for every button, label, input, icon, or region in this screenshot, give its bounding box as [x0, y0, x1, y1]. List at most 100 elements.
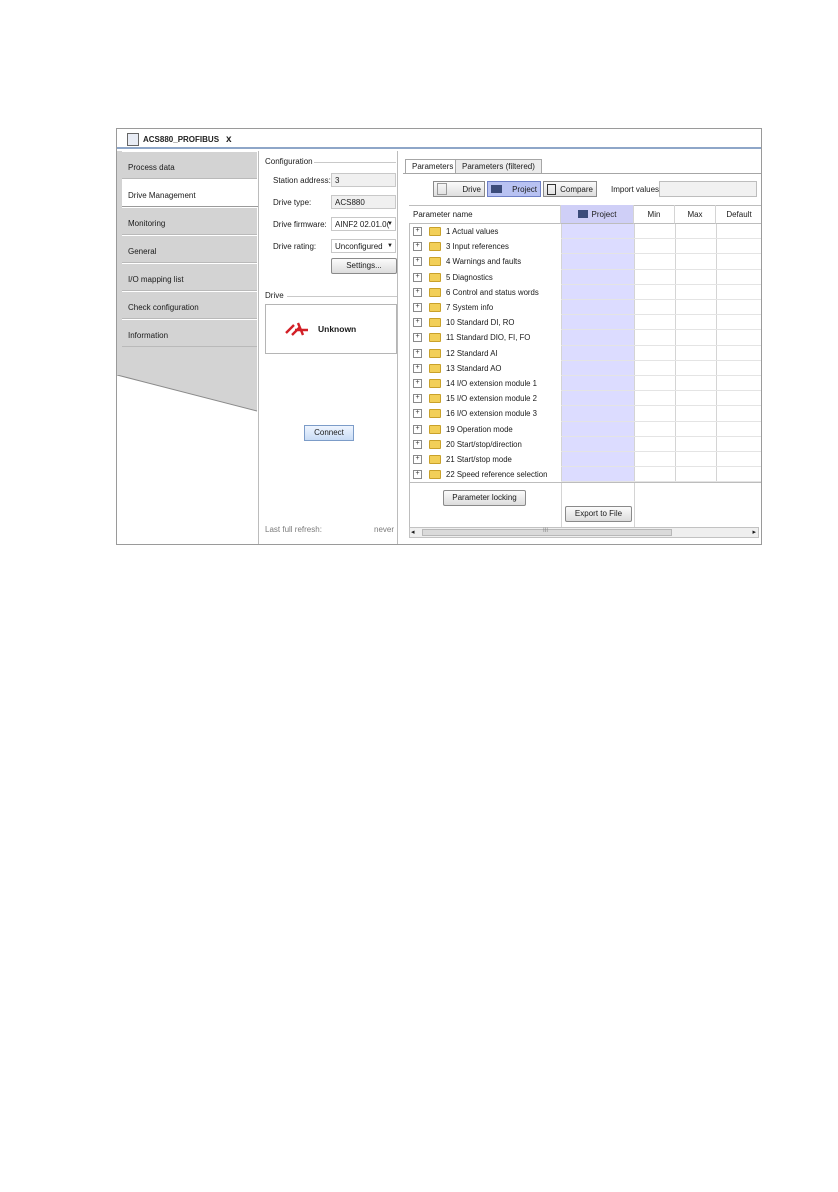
- scroll-right-icon[interactable]: ▸: [752, 528, 756, 536]
- tab-parameters[interactable]: Parameters: [405, 159, 461, 174]
- nav-item-general[interactable]: General: [122, 235, 257, 263]
- parameter-name-cell: +22 Speed reference selection: [413, 470, 547, 480]
- col-header-default[interactable]: Default: [716, 205, 761, 224]
- drive-rating-select[interactable]: Unconfigured ▼: [331, 239, 396, 253]
- col-header-parameter-name[interactable]: Parameter name: [409, 205, 561, 224]
- table-row[interactable]: +13 Standard AO: [409, 361, 761, 376]
- nav-item-label: Drive Management: [128, 191, 196, 200]
- expand-icon[interactable]: +: [413, 363, 422, 373]
- table-row[interactable]: +12 Standard AI: [409, 346, 761, 361]
- parameter-group-label: 13 Standard AO: [446, 363, 502, 373]
- parameter-group-label: 6 Control and status words: [446, 287, 539, 297]
- table-row[interactable]: +4 Warnings and faults: [409, 254, 761, 270]
- parameter-name-cell: +21 Start/stop mode: [413, 455, 512, 464]
- drive-firmware-select[interactable]: AINF2 02.01.0( ▼: [331, 217, 396, 231]
- expand-icon[interactable]: +: [413, 333, 422, 343]
- nav-item-check-configuration[interactable]: Check configuration: [122, 291, 257, 319]
- nav-item-monitoring[interactable]: Monitoring: [122, 207, 257, 235]
- nav-item-information[interactable]: Information: [122, 319, 257, 347]
- expand-icon[interactable]: +: [413, 272, 422, 282]
- document-tab[interactable]: ACS880_PROFIBUS x: [127, 131, 232, 147]
- col-header-project[interactable]: Project: [561, 205, 634, 224]
- station-address-label: Station address:: [273, 176, 331, 185]
- scroll-left-icon[interactable]: ◂: [411, 528, 415, 536]
- expand-icon[interactable]: +: [413, 439, 422, 449]
- expand-icon[interactable]: +: [413, 409, 422, 419]
- folder-icon: [429, 439, 441, 449]
- project-values-button[interactable]: Project: [487, 181, 541, 197]
- horizontal-scrollbar[interactable]: ◂ III ▸: [409, 527, 759, 538]
- parameter-name-cell: +14 I/O extension module 1: [413, 379, 537, 388]
- expand-icon[interactable]: +: [413, 394, 422, 404]
- expand-icon[interactable]: +: [413, 424, 422, 434]
- drive-values-button[interactable]: Drive: [433, 181, 485, 197]
- parameters-panel: Parameters Parameters (filtered) Drive P…: [403, 151, 761, 544]
- parameter-name-cell: +3 Input references: [413, 242, 509, 252]
- folder-icon: [429, 470, 441, 480]
- table-row[interactable]: +14 I/O extension module 1: [409, 376, 761, 392]
- table-row[interactable]: +16 I/O extension module 3: [409, 406, 761, 422]
- drive-rating-label: Drive rating:: [273, 242, 317, 251]
- table-row[interactable]: +7 System info: [409, 300, 761, 316]
- expand-icon[interactable]: +: [413, 242, 422, 252]
- table-row[interactable]: +15 I/O extension module 2: [409, 391, 761, 407]
- expand-icon[interactable]: +: [413, 455, 422, 464]
- expand-icon[interactable]: +: [413, 348, 422, 358]
- table-row[interactable]: +22 Speed reference selection: [409, 467, 761, 483]
- parameter-group-label: 5 Diagnostics: [446, 272, 493, 282]
- table-row[interactable]: +6 Control and status words: [409, 285, 761, 300]
- computer-icon: [491, 185, 502, 193]
- nav-item-drive-management[interactable]: Drive Management: [122, 179, 258, 207]
- parameter-locking-button[interactable]: Parameter locking: [443, 490, 526, 506]
- expand-icon[interactable]: +: [413, 303, 422, 312]
- parameter-name-cell: +4 Warnings and faults: [413, 257, 521, 267]
- col-header-min[interactable]: Min: [634, 205, 675, 224]
- table-row[interactable]: +20 Start/stop/direction: [409, 437, 761, 452]
- table-row[interactable]: +19 Operation mode: [409, 422, 761, 437]
- expand-icon[interactable]: +: [413, 287, 422, 297]
- col-header-label: Max: [687, 209, 703, 219]
- scrollbar-thumb[interactable]: III: [422, 528, 672, 536]
- parameter-name-cell: +15 I/O extension module 2: [413, 394, 537, 404]
- table-row[interactable]: +10 Standard DI, RO: [409, 315, 761, 331]
- folder-icon: [429, 257, 441, 267]
- nav-item-process-data[interactable]: Process data: [122, 151, 257, 179]
- folder-icon: [429, 242, 441, 252]
- parameter-name-cell: +12 Standard AI: [413, 348, 498, 358]
- close-tab-icon[interactable]: x: [226, 134, 232, 145]
- parameter-group-label: 21 Start/stop mode: [446, 455, 512, 464]
- configuration-group-title: Configuration: [265, 157, 313, 166]
- connect-button[interactable]: Connect: [304, 425, 354, 441]
- expand-icon[interactable]: +: [413, 257, 422, 267]
- import-values-select[interactable]: [659, 181, 757, 197]
- station-address-field[interactable]: 3: [331, 173, 396, 187]
- settings-button[interactable]: Settings...: [331, 258, 397, 274]
- col-header-label: Default: [726, 209, 752, 219]
- drive-type-field[interactable]: ACS880: [331, 195, 396, 209]
- drive-rating-value: Unconfigured: [335, 242, 383, 251]
- table-row[interactable]: +1 Actual values: [409, 224, 761, 240]
- parameter-group-label: 10 Standard DI, RO: [446, 318, 515, 328]
- export-to-file-button[interactable]: Export to File: [565, 506, 632, 522]
- parameter-name-cell: +1 Actual values: [413, 227, 498, 236]
- folder-icon: [429, 318, 441, 328]
- table-row[interactable]: +21 Start/stop mode: [409, 452, 761, 468]
- table-row[interactable]: +11 Standard DIO, FI, FO: [409, 330, 761, 346]
- drive-icon: [437, 183, 447, 195]
- parameter-group-label: 7 System info: [446, 303, 494, 312]
- last-refresh-value: never: [374, 525, 395, 534]
- table-row[interactable]: +3 Input references: [409, 239, 761, 255]
- compare-button[interactable]: Compare: [543, 181, 597, 197]
- col-header-max[interactable]: Max: [675, 205, 716, 224]
- scroll-grip-icon: III: [543, 528, 549, 534]
- drive-firmware-label: Drive firmware:: [273, 220, 327, 229]
- expand-icon[interactable]: +: [413, 318, 422, 328]
- expand-icon[interactable]: +: [413, 379, 422, 388]
- parameter-group-label: 14 I/O extension module 1: [446, 379, 538, 388]
- nav-item-io-mapping-list[interactable]: I/O mapping list: [122, 263, 257, 291]
- expand-icon[interactable]: +: [413, 470, 422, 480]
- expand-icon[interactable]: +: [413, 227, 422, 236]
- table-row[interactable]: +5 Diagnostics: [409, 270, 761, 285]
- tab-parameters-filtered[interactable]: Parameters (filtered): [455, 159, 542, 174]
- drive-status-text: Unknown: [318, 324, 357, 334]
